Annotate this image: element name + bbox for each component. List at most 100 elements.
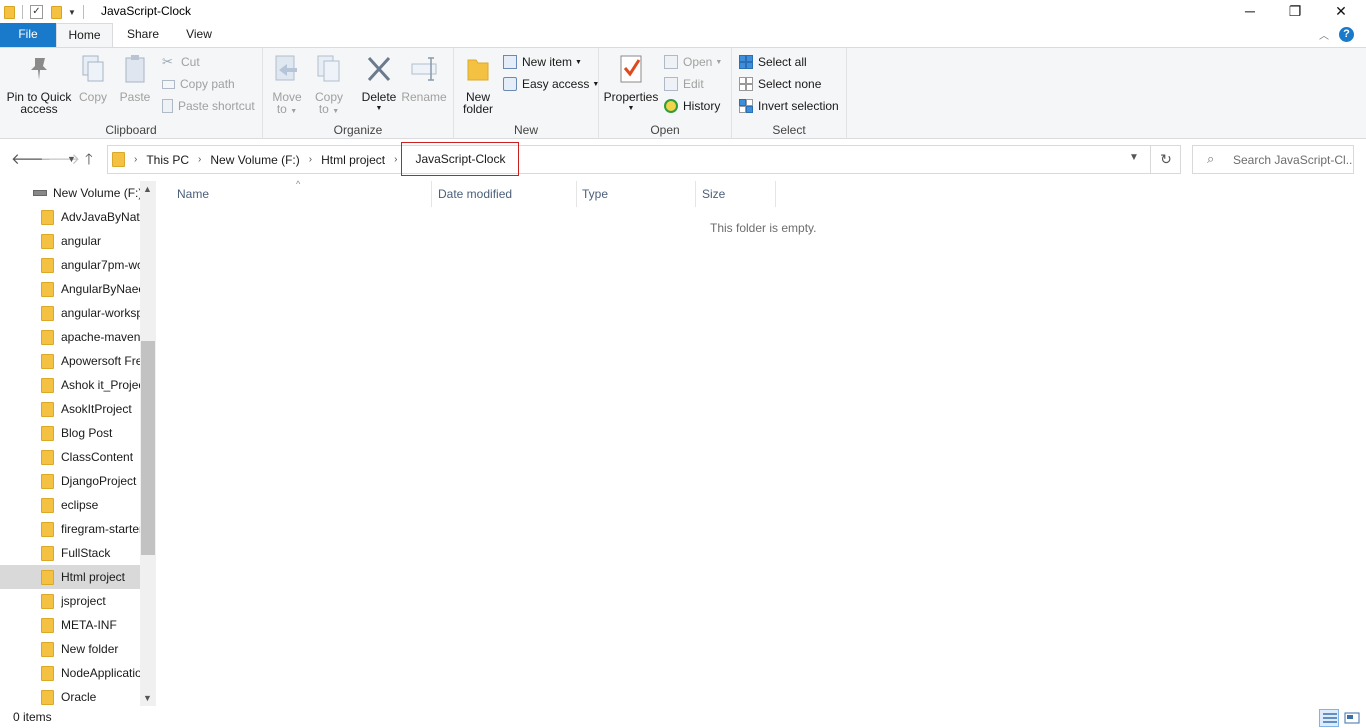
column-header-name[interactable]: Name [177, 181, 209, 207]
ribbon-tabs: File Home Share View ︿ ? [0, 23, 1366, 48]
folder-icon [41, 425, 54, 441]
nav-item-label: angular [61, 234, 102, 248]
column-divider[interactable] [576, 181, 577, 207]
recent-locations-chevron-icon[interactable]: ▼ [67, 154, 76, 164]
drive-icon [33, 190, 47, 196]
chevron-down-icon: ▼ [575, 58, 582, 66]
scroll-up-icon[interactable]: ▲ [143, 184, 152, 194]
nav-folder-item[interactable]: angular [0, 229, 140, 253]
nav-item-drive[interactable]: New Volume (F:) [0, 181, 140, 205]
breadcrumb-javascript-clock[interactable]: JavaScript-Clock [401, 142, 520, 176]
breadcrumb-this-pc[interactable]: This PC [146, 153, 189, 167]
minimize-button[interactable]: ─ [1227, 0, 1273, 23]
nav-folder-item[interactable]: angular-workspace [0, 301, 140, 325]
breadcrumb-new-volume[interactable]: New Volume (F:) [210, 153, 299, 167]
select-none-button[interactable]: Select none [739, 74, 821, 94]
column-divider[interactable] [431, 181, 432, 207]
delete-button[interactable]: Delete ▼ [358, 54, 400, 115]
select-none-label: Select none [758, 77, 822, 91]
folder-icon [41, 569, 54, 585]
nav-folder-item[interactable]: Ashok it_Project [0, 373, 140, 397]
help-icon[interactable]: ? [1339, 27, 1354, 42]
nav-folder-item[interactable]: DjangoProject [0, 469, 140, 493]
customize-toolbar-icon[interactable]: ▼ [68, 8, 76, 17]
move-to-button[interactable]: Move to ▼ [270, 54, 304, 118]
breadcrumb-separator-icon[interactable]: › [198, 154, 201, 165]
select-all-button[interactable]: Select all [739, 52, 807, 72]
collapse-ribbon-icon[interactable]: ︿ [1319, 27, 1329, 42]
nav-folder-item[interactable]: ClassContent [0, 445, 140, 469]
column-divider[interactable] [695, 181, 696, 207]
nav-folder-item[interactable]: Apowersoft Free [0, 349, 140, 373]
easy-access-button[interactable]: Easy access ▼ [503, 74, 599, 94]
nav-folder-item[interactable]: New folder [0, 637, 140, 661]
open-group: Properties ▼ Open ▼ Edit History Open [599, 48, 732, 139]
close-button[interactable]: ✕ [1318, 0, 1364, 23]
edit-button[interactable]: Edit [664, 74, 704, 94]
large-icons-view-icon[interactable] [1341, 709, 1361, 727]
paste-icon [125, 55, 145, 83]
copy-path-icon [162, 79, 175, 89]
rename-button[interactable]: Rename [401, 54, 447, 103]
properties-check-icon[interactable]: ✓ [30, 5, 43, 19]
edit-icon [664, 77, 678, 91]
nav-folder-item[interactable]: apache-maven [0, 325, 140, 349]
new-item-button[interactable]: New item ▼ [503, 52, 582, 72]
search-input[interactable]: ⌕ Search JavaScript-Cl... [1192, 145, 1354, 174]
cut-button[interactable]: ✂ Cut [162, 52, 200, 72]
column-header-size[interactable]: Size [702, 181, 725, 207]
breadcrumb-separator-icon[interactable]: › [309, 154, 312, 165]
refresh-icon[interactable]: ↻ [1150, 145, 1181, 174]
address-dropdown-chevron-icon[interactable]: ▼ [1129, 152, 1139, 163]
breadcrumb-separator-icon[interactable]: › [394, 154, 397, 165]
column-header-date-modified[interactable]: Date modified [438, 181, 512, 207]
nav-folder-item[interactable]: AdvJavaByNataraj [0, 205, 140, 229]
paste-shortcut-button[interactable]: Paste shortcut [162, 96, 255, 116]
tab-file[interactable]: File [0, 23, 56, 47]
scrollbar-thumb[interactable] [141, 341, 155, 555]
chevron-down-icon: ▼ [290, 108, 298, 115]
folder-icon [41, 233, 54, 249]
nav-folder-item[interactable]: eclipse [0, 493, 140, 517]
nav-folder-item[interactable]: jsproject [0, 589, 140, 613]
new-folder-button[interactable]: New folder [461, 54, 495, 115]
column-header-type[interactable]: Type [582, 181, 608, 207]
breadcrumb-html-project[interactable]: Html project [321, 153, 385, 167]
tab-home[interactable]: Home [56, 23, 113, 48]
maximize-button[interactable]: ❐ [1272, 0, 1318, 23]
invert-selection-button[interactable]: Invert selection [739, 96, 839, 116]
nav-folder-item[interactable]: AngularByNaeem [0, 277, 140, 301]
tab-view[interactable]: View [176, 23, 222, 47]
scroll-down-icon[interactable]: ▼ [143, 693, 152, 703]
history-button[interactable]: History [664, 96, 720, 116]
paste-button[interactable]: Paste [116, 54, 154, 103]
search-icon: ⌕ [1207, 151, 1215, 166]
open-icon [664, 55, 678, 69]
details-view-icon[interactable] [1319, 709, 1339, 727]
folder-icon [41, 521, 54, 537]
pin-to-quick-access-button[interactable]: Pin to Quick access [4, 54, 74, 115]
open-button[interactable]: Open ▼ [664, 52, 722, 72]
nav-folder-item[interactable]: firegram-starter [0, 517, 140, 541]
new-folder-icon[interactable] [51, 5, 62, 19]
nav-item-label: Blog Post [61, 426, 113, 440]
organize-group-label: Organize [333, 123, 383, 137]
rename-icon [411, 57, 437, 81]
breadcrumb-separator-icon[interactable]: › [134, 154, 137, 165]
copy-path-button[interactable]: Copy path [162, 74, 235, 94]
folder-icon [41, 497, 54, 513]
nav-folder-item[interactable]: AsokItProject [0, 397, 140, 421]
nav-folder-item[interactable]: Html project [0, 565, 140, 589]
nav-folder-item[interactable]: META-INF [0, 613, 140, 637]
copy-to-button[interactable]: Copy to ▼ [311, 54, 347, 118]
properties-button[interactable]: Properties ▼ [603, 54, 659, 115]
nav-folder-item[interactable]: Blog Post [0, 421, 140, 445]
column-divider[interactable] [775, 181, 776, 207]
up-arrow-icon[interactable]: 🡑 [85, 149, 93, 174]
copy-button[interactable]: Copy [76, 54, 110, 103]
tab-share[interactable]: Share [120, 23, 166, 47]
nav-scrollbar[interactable]: ▲ ▼ [140, 181, 156, 706]
nav-folder-item[interactable]: angular7pm-workspace [0, 253, 140, 277]
nav-folder-item[interactable]: FullStack [0, 541, 140, 565]
nav-folder-item[interactable]: NodeApplication [0, 661, 140, 685]
